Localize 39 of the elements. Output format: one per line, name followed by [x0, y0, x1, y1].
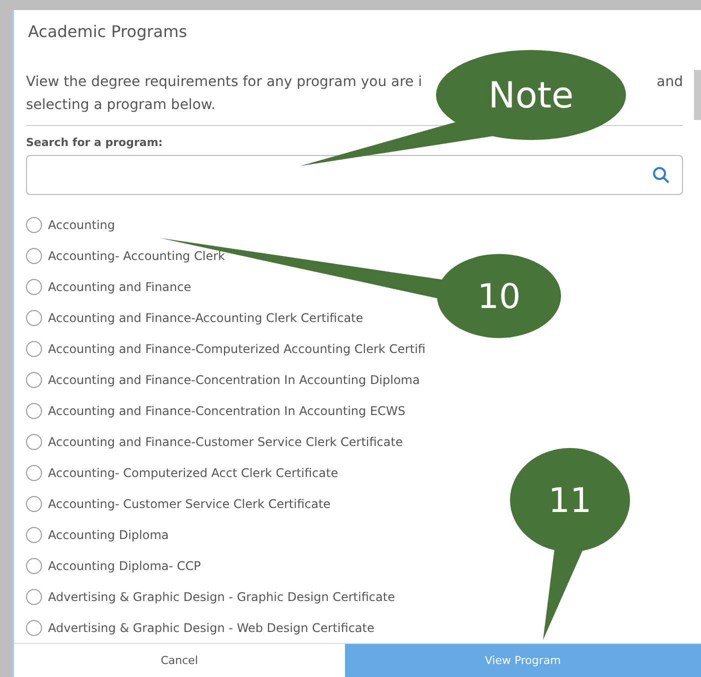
scrollbar[interactable]: [694, 70, 701, 120]
program-label[interactable]: Advertising & Graphic Design - Graphic Design Certificate: [48, 590, 395, 604]
program-label[interactable]: Accounting and Finance-Computerized Accounting Clerk Certifi: [48, 342, 426, 356]
search-field[interactable]: [26, 155, 683, 195]
radio-button[interactable]: [26, 248, 42, 264]
radio-button[interactable]: [26, 278, 42, 294]
program-label[interactable]: Accounting and Finance-Concentration In Accounting Diploma: [48, 372, 420, 386]
radio-button[interactable]: [26, 558, 42, 574]
radio-button[interactable]: [26, 340, 42, 356]
dialog-title: Academic Programs: [27, 21, 188, 41]
radio-button[interactable]: [26, 496, 42, 512]
program-label[interactable]: Accounting: [48, 218, 116, 232]
radio-button[interactable]: [26, 434, 42, 450]
radio-button[interactable]: [26, 588, 42, 604]
radio-button[interactable]: [26, 372, 42, 388]
program-label[interactable]: Accounting and Finance-Concentration In Accounting ECWS: [48, 404, 406, 418]
callout-label: 10: [477, 276, 521, 317]
program-label[interactable]: Accounting and Finance: [48, 280, 192, 294]
radio-button[interactable]: [26, 402, 42, 418]
program-label[interactable]: Accounting- Computerized Acct Clerk Certificate: [48, 466, 338, 480]
radio-button[interactable]: [26, 464, 42, 480]
program-label[interactable]: Accounting and Finance-Customer Service Clerk Certificate: [48, 434, 403, 448]
program-label[interactable]: Accounting Diploma: [48, 528, 169, 542]
description-text: and: [656, 73, 683, 92]
radio-button[interactable]: [26, 526, 42, 542]
callout-label: Note: [488, 76, 574, 117]
description-text: selecting a program below.: [26, 97, 216, 113]
program-label[interactable]: Advertising & Graphic Design - Web Design Certificate: [48, 620, 374, 634]
search-label: Search for a program:: [26, 136, 164, 149]
search-icon[interactable]: [652, 166, 670, 184]
callout-label: 11: [548, 480, 592, 521]
description-text: View the degree requirements for any program you are i: [26, 73, 422, 92]
program-label[interactable]: Accounting- Customer Service Clerk Certificate: [48, 496, 331, 510]
program-label[interactable]: Accounting- Accounting Clerk: [48, 248, 225, 262]
radio-button[interactable]: [26, 216, 42, 232]
program-label[interactable]: Accounting Diploma- CCP: [48, 558, 201, 572]
radio-button[interactable]: [26, 310, 42, 326]
radio-button[interactable]: [26, 620, 42, 636]
program-label[interactable]: Accounting and Finance-Accounting Clerk Certificate: [48, 310, 364, 324]
